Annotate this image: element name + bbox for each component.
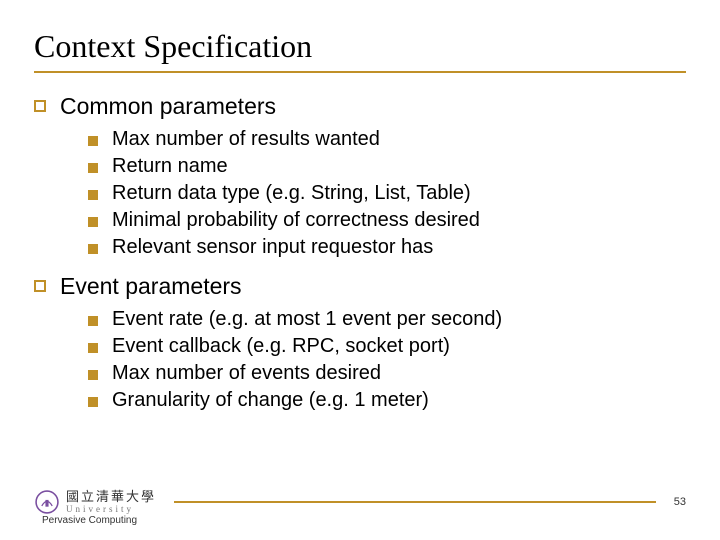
section: Common parameters Max number of results w… [34,93,686,259]
solid-square-bullet-icon [88,190,98,200]
section-items: Max number of results wanted Return name R… [34,128,686,259]
section: Event parameters Event rate (e.g. at most… [34,273,686,412]
list-item-text: Relevant sensor input requestor has [112,236,433,259]
list-item: Max number of events desired [88,362,686,385]
section-items: Event rate (e.g. at most 1 event per sec… [34,308,686,412]
solid-square-bullet-icon [88,343,98,353]
section-header: Event parameters [34,273,686,300]
list-item-text: Max number of results wanted [112,128,380,151]
page-number: 53 [674,496,686,508]
hollow-square-bullet-icon [34,100,46,112]
slide-title: Context Specification [34,28,686,73]
list-item: Return data type (e.g. String, List, Tab… [88,182,686,205]
list-item-text: Minimal probability of correctness desir… [112,209,480,232]
solid-square-bullet-icon [88,136,98,146]
list-item: Return name [88,155,686,178]
section-label: Common parameters [60,93,276,120]
list-item: Relevant sensor input requestor has [88,236,686,259]
solid-square-bullet-icon [88,163,98,173]
content-area: Common parameters Max number of results w… [34,93,686,412]
list-item: Event callback (e.g. RPC, socket port) [88,335,686,358]
solid-square-bullet-icon [88,397,98,407]
list-item-text: Event rate (e.g. at most 1 event per sec… [112,308,502,331]
university-name-cn: 國立清華大學 [66,490,156,503]
footer-divider [174,501,656,503]
solid-square-bullet-icon [88,217,98,227]
list-item-text: Return name [112,155,228,178]
slide: Context Specification Common parameters M… [0,0,720,540]
list-item: Event rate (e.g. at most 1 event per sec… [88,308,686,331]
section-label: Event parameters [60,273,242,300]
solid-square-bullet-icon [88,316,98,326]
list-item: Granularity of change (e.g. 1 meter) [88,389,686,412]
university-logo-icon [34,489,60,515]
university-name: 國立清華大學 University [66,490,156,514]
section-header: Common parameters [34,93,686,120]
list-item-text: Event callback (e.g. RPC, socket port) [112,335,450,358]
solid-square-bullet-icon [88,244,98,254]
list-item-text: Granularity of change (e.g. 1 meter) [112,389,429,412]
university-name-en: University [66,505,156,514]
list-item-text: Max number of events desired [112,362,381,385]
list-item-text: Return data type (e.g. String, List, Tab… [112,182,471,205]
list-item: Max number of results wanted [88,128,686,151]
footer-left: 國立清華大學 University [34,489,156,515]
list-item: Minimal probability of correctness desir… [88,209,686,232]
hollow-square-bullet-icon [34,280,46,292]
course-label: Pervasive Computing [42,515,137,526]
solid-square-bullet-icon [88,370,98,380]
